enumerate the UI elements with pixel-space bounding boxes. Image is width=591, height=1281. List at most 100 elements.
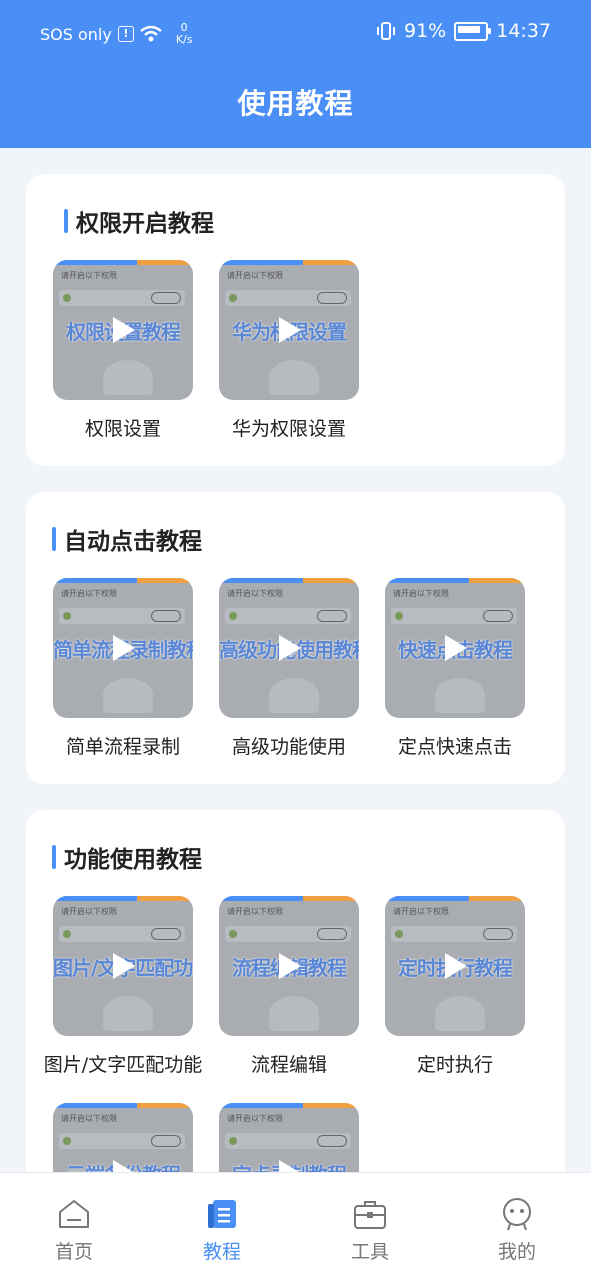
tutorial-label[interactable]: 图片/文字匹配功能 [38,1050,208,1077]
play-icon [445,635,467,661]
status-dot-icon [63,294,71,302]
thumbnail-permission-row [59,926,185,942]
thumbnail-permission-row [59,290,185,306]
play-icon [279,953,301,979]
thumbnail-top-strip [53,578,193,583]
tutorial-video-thumbnail[interactable]: 请开启以下权限 简单流程录制教程 [53,578,193,718]
thumbnail-pill [151,610,181,622]
play-icon [279,317,301,343]
thumbnail-illustration [435,678,485,713]
section-title-text: 功能使用教程 [64,847,202,873]
section-title-text: 权限开启教程 [76,211,214,237]
vibrate-icon [377,22,395,40]
thumbnail-header-text: 请开启以下权限 [61,1114,117,1123]
play-icon [113,635,135,661]
play-icon [113,317,135,343]
thumbnail-header-text: 请开启以下权限 [227,907,283,916]
page-title: 使用教程 [237,87,354,120]
battery-icon [454,21,492,41]
thumbnail-pill [483,610,513,622]
tab-label: 工具 [350,1241,389,1263]
status-dot-icon [395,930,403,938]
tutorial-label[interactable]: 华为权限设置 [204,414,374,441]
thumbnail-pill [317,292,347,304]
thumbnail-permission-row [391,926,517,942]
status-dot-icon [229,930,237,938]
section-accent-bar [52,527,56,551]
thumbnail-top-strip [219,896,359,901]
tutorial-video-thumbnail[interactable]: 请开启以下权限 权限设置教程 [53,260,193,400]
tutorial-label[interactable]: 权限设置 [38,414,208,441]
book-icon [208,1200,236,1228]
tutorial-label[interactable]: 定点快速点击 [370,732,540,759]
thumbnail-permission-row [391,608,517,624]
battery-percent: 91% [404,20,447,42]
clock: 14:37 [496,20,551,42]
tutorial-video-thumbnail[interactable]: 请开启以下权限 流程编辑教程 [219,896,359,1036]
thumbnail-header-text: 请开启以下权限 [227,1114,283,1123]
status-bar: SOS only ! 0 K/s 91% 14:37 [0,18,591,48]
thumbnail-pill [151,928,181,940]
status-dot-icon [229,612,237,620]
toolbox-icon [354,1201,386,1229]
thumbnail-illustration [103,360,153,395]
tab-label: 我的 [497,1241,536,1263]
thumbnail-pill [317,610,347,622]
thumbnail-illustration [103,678,153,713]
thumbnail-top-strip [53,1103,193,1108]
tab-label: 首页 [54,1241,93,1263]
thumbnail-permission-row [225,608,351,624]
status-dot-icon [63,1137,71,1145]
thumbnail-header-text: 请开启以下权限 [227,271,283,280]
thumbnail-header-text: 请开启以下权限 [393,589,449,598]
status-dot-icon [229,294,237,302]
tutorial-video-thumbnail[interactable]: 请开启以下权限 高级功能使用教程 [219,578,359,718]
thumbnail-header-text: 请开启以下权限 [227,589,283,598]
carrier-text: SOS only [40,24,112,44]
tab-tutorial[interactable]: 教程 [162,1173,282,1281]
status-dot-icon [63,930,71,938]
tutorial-label[interactable]: 高级功能使用 [204,732,374,759]
robot-face-icon [503,1198,531,1231]
status-dot-icon [395,612,403,620]
status-dot-icon [229,1137,237,1145]
tutorial-label[interactable]: 流程编辑 [204,1050,374,1077]
thumbnail-top-strip [219,578,359,583]
tutorial-video-thumbnail[interactable]: 请开启以下权限 快速点击教程 [385,578,525,718]
thumbnail-permission-row [225,1133,351,1149]
wifi-icon [140,25,162,42]
tab-mine[interactable]: 我的 [457,1173,577,1281]
tab-home[interactable]: 首页 [14,1173,134,1281]
tutorial-label[interactable]: 简单流程录制 [38,732,208,759]
tutorial-label[interactable]: 定时执行 [370,1050,540,1077]
thumbnail-illustration [269,996,319,1031]
net-speed-unit: K/s [175,33,193,46]
thumbnail-pill [317,928,347,940]
thumbnail-permission-row [225,926,351,942]
tutorial-video-thumbnail[interactable]: 请开启以下权限 华为权限设置 [219,260,359,400]
thumbnail-header-text: 请开启以下权限 [393,907,449,916]
tutorial-video-thumbnail[interactable]: 请开启以下权限图片/文字匹配功能介绍 [53,896,193,1036]
section-title: 自动点击教程 [52,522,202,556]
thumbnail-top-strip [53,896,193,901]
status-dot-icon [63,612,71,620]
section-title: 功能使用教程 [52,840,202,874]
alert-icon: ! [117,26,134,42]
section-accent-bar [52,845,56,869]
play-icon [279,635,301,661]
tutorial-video-thumbnail[interactable]: 请开启以下权限 定时执行教程 [385,896,525,1036]
thumbnail-top-strip [219,260,359,265]
thumbnail-top-strip [219,1103,359,1108]
tab-tools[interactable]: 工具 [310,1173,430,1281]
bottom-tab-bar: 首页 教程 工具 我的 [0,1172,591,1281]
play-icon [445,953,467,979]
app-header: SOS only ! 0 K/s 91% 14:37 使用教程 [0,0,591,148]
tab-label: 教程 [202,1241,241,1263]
home-icon [59,1200,89,1228]
thumbnail-pill [483,928,513,940]
thumbnail-top-strip [385,896,525,901]
thumbnail-permission-row [59,608,185,624]
thumbnail-top-strip [385,578,525,583]
net-speed: 0 K/s [176,22,193,46]
thumbnail-header-text: 请开启以下权限 [61,907,117,916]
